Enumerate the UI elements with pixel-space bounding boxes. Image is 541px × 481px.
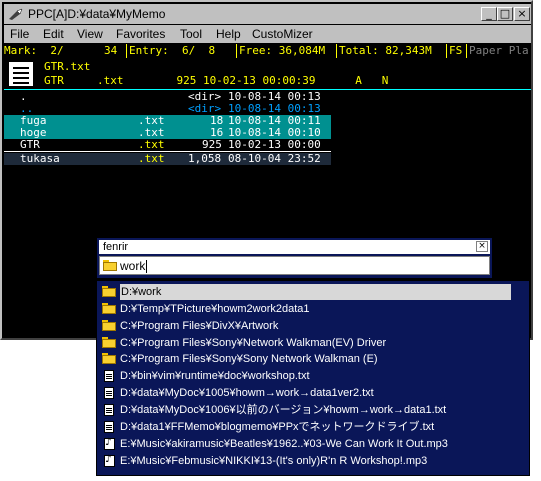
paper-label: Paper Pla bbox=[466, 44, 529, 58]
current-file-name: GTR.txt bbox=[44, 60, 91, 73]
document-icon bbox=[8, 61, 34, 87]
search-input[interactable]: work bbox=[99, 256, 490, 275]
folder-icon bbox=[103, 260, 117, 271]
folder-icon bbox=[102, 320, 116, 331]
fenrir-dialog: fenrir × work bbox=[96, 237, 493, 279]
search-input-value: work bbox=[120, 259, 146, 273]
menu-view[interactable]: View bbox=[77, 25, 103, 43]
current-file-info: GTR.txt GTR .txt 925 10-02-13 00:00:39 A… bbox=[4, 59, 531, 89]
menu-favorites[interactable]: Favorites bbox=[116, 25, 165, 43]
title-bar: PPC[A]D:¥data¥MyMemo _ □ × bbox=[4, 4, 531, 24]
status-info-bar: Mark: 2/ 34 Entry: 6/ 8 Free: 36,084M To… bbox=[4, 44, 531, 58]
menu-edit[interactable]: Edit bbox=[43, 25, 64, 43]
maximize-button[interactable]: □ bbox=[497, 7, 513, 21]
dialog-title-bar: fenrir × bbox=[99, 240, 490, 254]
text-file-icon bbox=[104, 421, 114, 433]
completion-item[interactable]: E:¥Music¥Febmusic¥NIKKI¥13-(It's only)R'… bbox=[100, 453, 525, 469]
music-file-icon bbox=[104, 437, 115, 450]
menu-customizer[interactable]: CustoMizer bbox=[252, 25, 313, 43]
dialog-close-button[interactable]: × bbox=[476, 241, 488, 252]
completion-item[interactable]: C:¥Program Files¥Sony¥Network Walkman(EV… bbox=[100, 335, 525, 351]
completion-list: D:¥work D:¥Temp¥TPicture¥howm2work2data1… bbox=[96, 280, 530, 476]
folder-icon bbox=[102, 353, 116, 364]
total-label: Total: 82,343M bbox=[336, 44, 432, 58]
completion-item[interactable]: D:¥data¥MyDoc¥1006¥以前のバージョン¥howm→work→da… bbox=[100, 402, 525, 418]
text-caret bbox=[146, 260, 148, 274]
folder-icon bbox=[102, 337, 116, 348]
folder-icon bbox=[102, 286, 116, 297]
completion-item[interactable]: D:¥Temp¥TPicture¥howm2work2data1 bbox=[100, 301, 525, 317]
ppc-app-icon bbox=[9, 8, 23, 20]
file-row[interactable]: tukasa .txt 1,058 08-10-04 23:52 bbox=[4, 153, 331, 165]
current-file-detail: GTR .txt 925 10-02-13 00:00:39 A N bbox=[44, 74, 389, 87]
completion-item[interactable]: C:¥Program Files¥Sony¥Sony Network Walkm… bbox=[100, 351, 525, 367]
completion-item[interactable]: D:¥data¥MyDoc¥1005¥howm→work→data1ver2.t… bbox=[100, 385, 525, 401]
completion-item[interactable]: E:¥Music¥akiramusic¥Beatles¥1962..¥03-We… bbox=[100, 436, 525, 452]
completion-item[interactable]: D:¥work bbox=[100, 284, 525, 300]
completion-item[interactable]: D:¥bin¥vim¥runtime¥doc¥workshop.txt bbox=[100, 368, 525, 384]
minimize-button[interactable]: _ bbox=[481, 7, 497, 21]
completion-item[interactable]: D:¥data1¥FFMemo¥blogmemo¥PPxでネットワークドライブ.… bbox=[100, 419, 525, 435]
completion-item[interactable]: C:¥Program Files¥DivX¥Artwork bbox=[100, 318, 525, 334]
mark-label: Mark: 2/ bbox=[4, 44, 64, 57]
menu-help[interactable]: Help bbox=[216, 25, 241, 43]
entry-label: Entry: 6/ 8 bbox=[126, 44, 215, 58]
menu-tool[interactable]: Tool bbox=[180, 25, 202, 43]
fs-label: FS bbox=[446, 44, 462, 58]
free-label: Free: 36,084M bbox=[236, 44, 325, 58]
close-button[interactable]: × bbox=[514, 7, 530, 21]
menu-file[interactable]: File bbox=[10, 25, 29, 43]
menu-bar: File Edit View Favorites Tool Help Custo… bbox=[4, 25, 531, 43]
window-title: PPC[A]D:¥data¥MyMemo bbox=[28, 7, 166, 21]
text-file-icon bbox=[104, 387, 114, 399]
text-file-icon bbox=[104, 370, 114, 382]
text-file-icon bbox=[104, 404, 114, 416]
music-file-icon bbox=[104, 454, 115, 467]
file-row[interactable]: GTR .txt 925 10-02-13 00:00 bbox=[4, 139, 331, 152]
folder-icon bbox=[102, 303, 116, 314]
mark-count: 34 bbox=[104, 44, 118, 57]
dialog-title: fenrir bbox=[103, 241, 129, 253]
